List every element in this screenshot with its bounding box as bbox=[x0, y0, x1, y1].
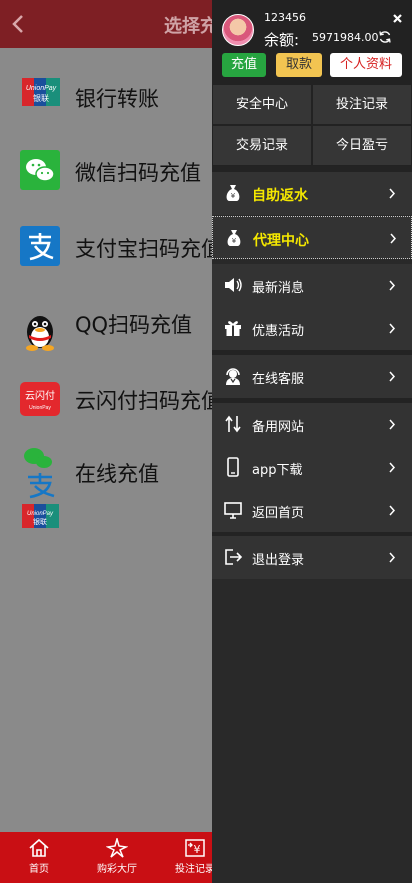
chevron-right-icon bbox=[389, 505, 396, 516]
tab-label: 首页 bbox=[29, 864, 49, 875]
chevron-right-icon bbox=[389, 188, 396, 199]
menu-item-customer-service[interactable]: 在线客服 bbox=[212, 355, 412, 398]
balance-label: 余额: bbox=[264, 31, 300, 49]
avatar[interactable] bbox=[222, 14, 254, 46]
qq-icon bbox=[20, 308, 60, 351]
menu-label: 在线客服 bbox=[252, 372, 305, 387]
chevron-right-icon bbox=[390, 233, 397, 244]
back-arrow-icon[interactable] bbox=[8, 10, 30, 38]
bet-record-icon: ¥ bbox=[185, 839, 205, 857]
menu-item-app-download[interactable]: app下载 bbox=[212, 446, 412, 489]
chevron-right-icon bbox=[389, 371, 396, 382]
balance-value: 5971984.00 bbox=[312, 31, 379, 44]
chevron-right-icon bbox=[389, 462, 396, 473]
quick-links-grid: 安全中心 投注记录 交易记录 今日盈亏 bbox=[212, 84, 412, 166]
page-title: 选择充 bbox=[164, 16, 218, 37]
svg-text:¥: ¥ bbox=[232, 237, 237, 245]
customer-service-icon bbox=[226, 368, 240, 385]
tab-lottery-hall[interactable]: 购彩大厅 bbox=[94, 832, 140, 883]
chevron-right-icon bbox=[389, 280, 396, 291]
side-drawer: 123456 余额: 5971984.00 充值 取款 个人资料 安全中心 投注… bbox=[212, 0, 412, 883]
alipay-icon bbox=[20, 226, 60, 266]
menu-label: 返回首页 bbox=[252, 506, 305, 521]
close-icon[interactable] bbox=[392, 13, 403, 24]
menu-item-agent-center[interactable]: ¥ 代理中心 bbox=[212, 216, 412, 259]
monitor-icon bbox=[224, 502, 242, 519]
recharge-button[interactable]: 充值 bbox=[222, 53, 266, 77]
svg-text:¥: ¥ bbox=[231, 192, 236, 200]
menu-label: 最新消息 bbox=[252, 281, 305, 296]
payment-method-label: 云闪付扫码充值 bbox=[75, 389, 222, 413]
menu-label: 优惠活动 bbox=[252, 324, 305, 339]
menu-label: 备用网站 bbox=[252, 420, 305, 435]
menu-label: 代理中心 bbox=[253, 233, 309, 249]
payment-method-label: 微信扫码充值 bbox=[75, 161, 201, 185]
menu-item-self-rebate[interactable]: ¥ 自助返水 bbox=[212, 172, 412, 215]
chevron-right-icon bbox=[389, 323, 396, 334]
withdraw-button[interactable]: 取款 bbox=[276, 53, 322, 77]
switch-icon bbox=[225, 415, 241, 433]
phone-icon bbox=[227, 457, 239, 477]
unionpay-icon: UnionPay 银联 bbox=[22, 78, 60, 106]
profile-panel: 123456 余额: 5971984.00 充值 取款 个人资料 bbox=[212, 0, 412, 84]
payment-method-label: 银行转账 bbox=[75, 87, 159, 111]
today-profit-link[interactable]: 今日盈亏 bbox=[313, 126, 411, 165]
menu-item-backup-site[interactable]: 备用网站 bbox=[212, 403, 412, 446]
unionpay-logo-cn: 银联 bbox=[33, 93, 49, 103]
unionpay-logo-cn: 银联 bbox=[33, 517, 47, 526]
money-bag-icon: ¥ bbox=[227, 230, 241, 246]
payment-method-label: QQ扫码充值 bbox=[75, 313, 193, 337]
payment-method-label: 支付宝扫码充值 bbox=[75, 237, 222, 261]
svg-text:¥: ¥ bbox=[194, 843, 201, 856]
unionpay-logo-text: UnionPay bbox=[27, 511, 54, 517]
speaker-icon bbox=[225, 278, 242, 292]
unionpay-logo-text: UnionPay bbox=[26, 85, 57, 92]
lottery-hall-icon bbox=[106, 838, 128, 858]
payment-method-label: 在线充值 bbox=[75, 462, 159, 486]
home-icon bbox=[29, 838, 49, 857]
quickpass-logo-en: UnionPay bbox=[29, 405, 51, 411]
multi-pay-icon: UnionPay 银联 bbox=[20, 444, 62, 530]
username: 123456 bbox=[264, 11, 306, 24]
quickpass-logo-cn: 云闪付 bbox=[25, 389, 55, 402]
transaction-records-link[interactable]: 交易记录 bbox=[213, 126, 311, 165]
menu-label: 自助返水 bbox=[252, 188, 308, 204]
chevron-right-icon bbox=[389, 419, 396, 430]
menu-item-logout[interactable]: 退出登录 bbox=[212, 536, 412, 579]
gift-icon bbox=[225, 321, 241, 336]
menu-item-promotions[interactable]: 优惠活动 bbox=[212, 307, 412, 350]
money-bag-icon: ¥ bbox=[226, 185, 240, 201]
logout-icon bbox=[225, 549, 243, 565]
quickpass-icon: 云闪付 UnionPay bbox=[20, 382, 60, 416]
menu-item-news[interactable]: 最新消息 bbox=[212, 264, 412, 307]
security-center-link[interactable]: 安全中心 bbox=[213, 85, 311, 124]
profile-button[interactable]: 个人资料 bbox=[330, 53, 402, 77]
refresh-icon[interactable] bbox=[378, 30, 392, 44]
tab-home[interactable]: 首页 bbox=[18, 832, 60, 883]
chevron-right-icon bbox=[389, 552, 396, 563]
menu-label: 退出登录 bbox=[252, 553, 305, 568]
menu-label: app下载 bbox=[252, 463, 303, 478]
tab-label: 购彩大厅 bbox=[97, 864, 137, 875]
menu-item-back-home[interactable]: 返回首页 bbox=[212, 489, 412, 532]
wechat-icon bbox=[20, 150, 60, 190]
bet-records-link[interactable]: 投注记录 bbox=[313, 85, 411, 124]
